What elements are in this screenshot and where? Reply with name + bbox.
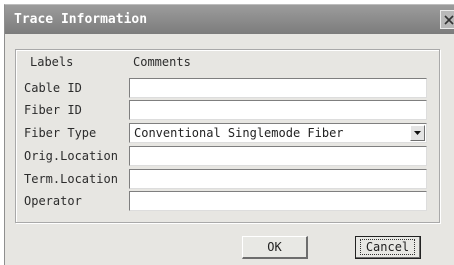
ok-button[interactable]: OK (242, 236, 308, 259)
ok-button-label: OK (267, 240, 282, 254)
term-location-input[interactable] (129, 169, 427, 189)
operator-input[interactable] (129, 191, 427, 211)
orig-location-label: Orig.Location (24, 149, 118, 163)
title-bar[interactable]: Trace Information (5, 5, 454, 34)
fiber-type-label: Fiber Type (24, 126, 97, 140)
fiber-id-label: Fiber ID (24, 103, 82, 117)
labels-column-header: Labels (30, 55, 74, 69)
operator-label: Operator (24, 194, 82, 208)
cable-id-input[interactable] (129, 78, 427, 98)
dropdown-arrow-button[interactable] (410, 125, 425, 141)
cable-id-label: Cable ID (24, 81, 82, 95)
cancel-button[interactable]: Cancel (355, 236, 421, 259)
fiber-id-input[interactable] (129, 100, 427, 120)
close-icon (444, 14, 454, 25)
chevron-down-icon (414, 131, 421, 135)
close-button[interactable] (440, 10, 454, 29)
fiber-type-selected-value: Conventional Singlemode Fiber (134, 126, 344, 140)
term-location-label: Term.Location (24, 172, 118, 186)
cancel-button-label: Cancel (359, 239, 416, 255)
comments-column-header: Comments (133, 55, 191, 69)
dialog-title: Trace Information (14, 12, 148, 27)
orig-location-input[interactable] (129, 146, 427, 166)
fiber-type-select[interactable]: Conventional Singlemode Fiber (129, 123, 427, 143)
